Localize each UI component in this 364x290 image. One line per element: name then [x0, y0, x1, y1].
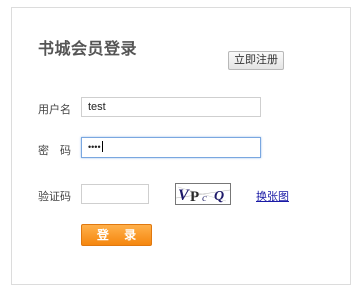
login-panel: 书城会员登录 立即注册 用户名 test 密 码 •••• 验证码 V P c … — [11, 7, 351, 285]
password-label: 密 码 — [38, 145, 71, 157]
password-field[interactable]: •••• — [81, 137, 261, 158]
username-value: test — [88, 101, 106, 113]
change-captcha-link[interactable]: 换张图 — [256, 188, 289, 204]
captcha-char-2: P — [190, 189, 199, 204]
page-title: 书城会员登录 — [38, 41, 138, 58]
captcha-char-1: V — [178, 187, 190, 204]
captcha-char-4: Q — [214, 189, 224, 204]
captcha-graphic: V P c Q — [176, 186, 230, 204]
register-button[interactable]: 立即注册 — [228, 51, 284, 70]
username-field[interactable]: test — [81, 97, 261, 117]
captcha-label: 验证码 — [38, 191, 71, 203]
captcha-image: V P c Q — [175, 183, 231, 205]
text-caret — [101, 141, 103, 152]
captcha-field[interactable] — [81, 184, 149, 204]
captcha-char-3: c — [202, 192, 207, 204]
username-label: 用户名 — [38, 104, 71, 116]
password-mask: •••• — [88, 142, 101, 152]
login-button[interactable]: 登 录 — [81, 224, 152, 246]
